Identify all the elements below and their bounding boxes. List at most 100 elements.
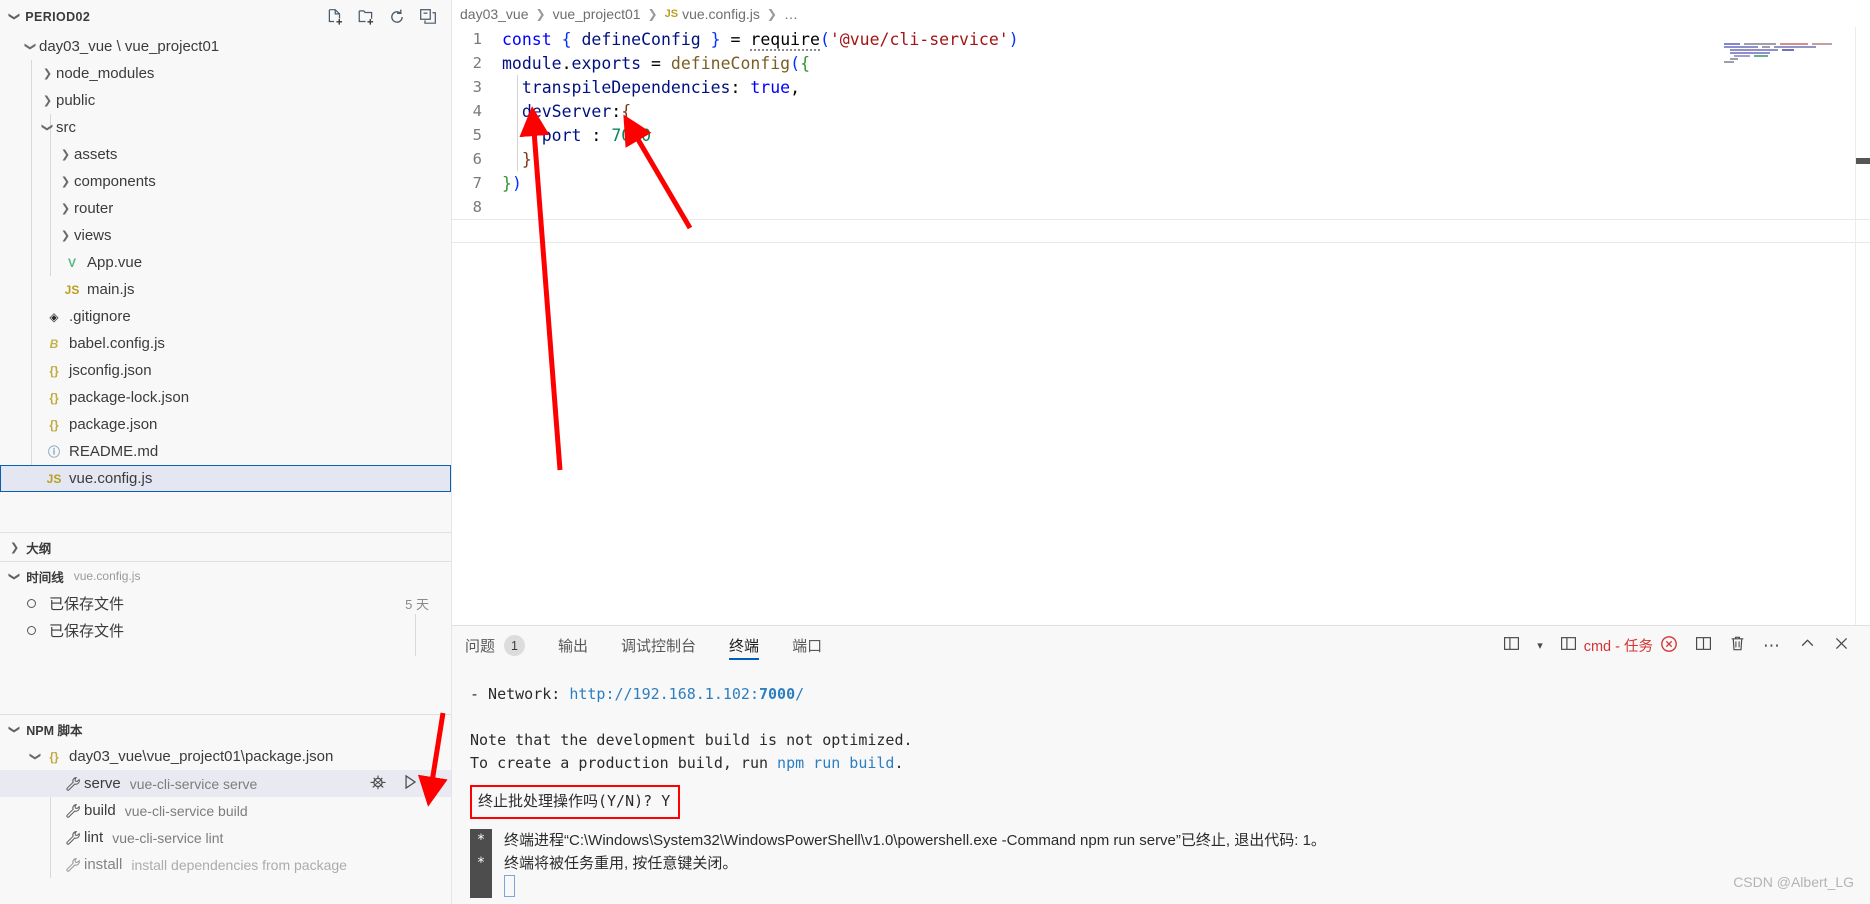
- tree-item-label: package-lock.json: [69, 389, 190, 406]
- tab-problems[interactable]: 问题 1: [465, 626, 526, 665]
- timeline-item[interactable]: 已保存文件: [0, 617, 451, 644]
- refresh-icon[interactable]: [388, 8, 406, 26]
- code-line: 1 const { defineConfig } = require('@vue…: [452, 27, 1870, 51]
- collapse-all-icon[interactable]: [419, 8, 437, 26]
- tree-item-views[interactable]: ❯ views: [0, 222, 451, 249]
- tree-item-label: router: [74, 200, 114, 217]
- code-line: 7 }): [452, 171, 1870, 195]
- star-marker: *: [476, 832, 486, 848]
- breadcrumb-item[interactable]: …: [784, 6, 798, 22]
- vue-file-icon: V: [67, 255, 76, 270]
- system-line-1: 终端进程“C:\Windows\System32\WindowsPowerShe…: [504, 832, 1326, 849]
- terminal-output[interactable]: - Network: http://192.168.1.102:7000/ No…: [452, 665, 1870, 904]
- minimap[interactable]: [1724, 27, 1844, 625]
- chevron-right-icon: ❯: [42, 68, 53, 80]
- npm-section-header[interactable]: ❯ NPM 脚本: [0, 714, 451, 743]
- tab-ports[interactable]: 端口: [792, 626, 822, 665]
- close-icon[interactable]: [1833, 635, 1850, 656]
- minimap-line: [1724, 46, 1816, 48]
- tree-empty-space: [0, 492, 451, 532]
- chevron-down-icon: ❯: [8, 571, 21, 581]
- minimap-line: [1724, 55, 1768, 57]
- tab-terminal[interactable]: 终端: [729, 626, 760, 665]
- panel-actions: ▾ cmd - 任务 ⋯: [1503, 635, 1870, 657]
- split-terminal-icon[interactable]: [1695, 635, 1712, 656]
- tree-item-main-js[interactable]: JS main.js: [0, 276, 451, 303]
- breadcrumb[interactable]: day03_vue ❯ vue_project01 ❯ JS vue.confi…: [452, 0, 1870, 27]
- tab-output[interactable]: 输出: [558, 626, 588, 665]
- terminal-tab-entry[interactable]: cmd - 任务: [1560, 635, 1678, 657]
- file-tree: ❯ node_modules ❯ public ❯ src ❯ assets ❯ componen…: [0, 60, 451, 492]
- chevron-right-icon: ❯: [647, 6, 658, 21]
- tree-root-folder[interactable]: ❯ day03_vue \ vue_project01: [0, 33, 451, 60]
- timeline-file: vue.config.js: [73, 569, 141, 583]
- new-file-icon[interactable]: [326, 8, 344, 26]
- breadcrumb-item[interactable]: vue.config.js: [682, 6, 760, 22]
- terminal-prompt-row: 终止批处理操作吗(Y/N)? Y: [470, 785, 1870, 819]
- tree-item-node-modules[interactable]: ❯ node_modules: [0, 60, 451, 87]
- chevron-down-icon[interactable]: ▾: [1537, 639, 1543, 652]
- code-line: 6 }: [452, 147, 1870, 171]
- timeline-section-header[interactable]: ❯ 时间线 vue.config.js: [0, 561, 451, 590]
- editor-vertical-scrollbar[interactable]: [1855, 27, 1870, 625]
- tree-item-label: assets: [74, 146, 118, 163]
- npm-script-name: lint: [84, 829, 104, 846]
- chevron-up-icon[interactable]: [1799, 635, 1816, 656]
- npm-script-desc: vue-cli-service serve: [129, 775, 258, 792]
- npm-package-label: day03_vue\vue_project01\package.json: [69, 748, 334, 765]
- npm-script-serve[interactable]: serve vue-cli-service serve: [0, 770, 451, 797]
- problems-badge: 1: [504, 635, 526, 656]
- chevron-down-icon[interactable]: ❯: [8, 12, 21, 21]
- tree-item-package-lock-json[interactable]: {} package-lock.json: [0, 384, 451, 411]
- tree-item-package-json[interactable]: {} package.json: [0, 411, 451, 438]
- trash-icon[interactable]: [1729, 635, 1746, 656]
- tree-item-assets[interactable]: ❯ assets: [0, 141, 451, 168]
- tree-item-vue-config-js[interactable]: JS vue.config.js: [0, 465, 451, 492]
- line-number: 8: [472, 198, 482, 216]
- system-message-text: 终端进程“C:\Windows\System32\WindowsPowerShe…: [492, 829, 1326, 898]
- network-url-part[interactable]: http://192.168.1.102:: [569, 685, 759, 703]
- npm-script-install[interactable]: install install dependencies from package: [0, 851, 451, 878]
- minimap-line: [1724, 58, 1738, 60]
- js-file-icon: JS: [664, 7, 679, 20]
- timeline-item[interactable]: 已保存文件 5 天: [0, 590, 451, 617]
- npm-script-list: serve vue-cli-service serve build vue-cli-s…: [0, 770, 451, 878]
- outline-section-header[interactable]: ❯ 大纲: [0, 532, 451, 561]
- more-actions-icon[interactable]: ⋯: [1763, 637, 1782, 654]
- debug-icon[interactable]: [369, 773, 387, 795]
- tree-item-components[interactable]: ❯ components: [0, 168, 451, 195]
- tree-item-jsconfig-json[interactable]: {} jsconfig.json: [0, 357, 451, 384]
- new-folder-icon[interactable]: [357, 8, 375, 26]
- network-prefix: - Network:: [470, 685, 570, 703]
- scrollbar-thumb[interactable]: [1856, 158, 1870, 164]
- tree-item-router[interactable]: ❯ router: [0, 195, 451, 222]
- kill-terminal-icon[interactable]: [1660, 635, 1678, 657]
- chevron-right-icon: ❯: [60, 230, 71, 242]
- json-file-icon: {}: [49, 417, 59, 432]
- tree-item-babel-config-js[interactable]: Bbabel.config.js: [0, 330, 451, 357]
- npm-script-name: install: [84, 856, 123, 873]
- json-file-icon: {}: [49, 363, 59, 378]
- breadcrumb-item[interactable]: vue_project01: [553, 6, 641, 22]
- explorer-title: PERIOD02: [25, 9, 91, 24]
- indent-guide: [517, 75, 518, 171]
- tree-item--gitignore[interactable]: ◈ .gitignore: [0, 303, 451, 330]
- npm-script-lint[interactable]: lint vue-cli-service lint: [0, 824, 451, 851]
- npm-script-desc: install dependencies from package: [131, 856, 347, 873]
- chevron-down-icon: ❯: [24, 41, 36, 52]
- network-url-tail: /: [795, 685, 805, 703]
- npm-script-build[interactable]: build vue-cli-service build: [0, 797, 451, 824]
- breadcrumb-item[interactable]: day03_vue: [460, 6, 529, 22]
- timeline-item-when: 5 天: [405, 597, 429, 612]
- npm-package-row[interactable]: ❯ {} day03_vue\vue_project01\package.jso…: [0, 743, 451, 770]
- code-editor[interactable]: 1 const { defineConfig } = require('@vue…: [452, 27, 1870, 625]
- babel-file-icon: B: [49, 336, 59, 351]
- run-icon[interactable]: [401, 773, 419, 795]
- tree-item-public[interactable]: ❯ public: [0, 87, 451, 114]
- tree-item-src[interactable]: ❯ src: [0, 114, 451, 141]
- tree-item-readme-md[interactable]: ⓘ README.md: [0, 438, 451, 465]
- md-file-icon: ⓘ: [47, 445, 60, 459]
- tab-debug-console[interactable]: 调试控制台: [621, 626, 696, 665]
- panel-layout-icon[interactable]: [1503, 635, 1520, 656]
- tree-item-app-vue[interactable]: V App.vue: [0, 249, 451, 276]
